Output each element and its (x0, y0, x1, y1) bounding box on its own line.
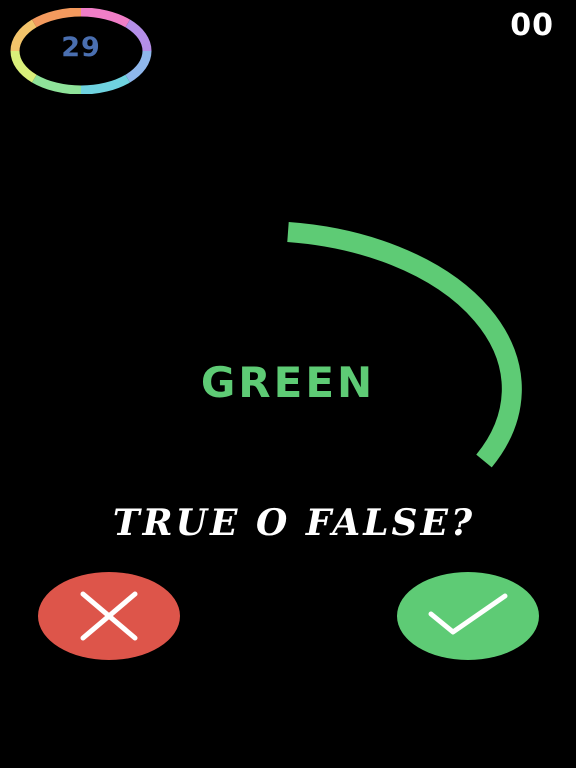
question-text: TRUE O FALSE? (112, 502, 476, 544)
game-screen: 29 00 GREEN TRUE O FALSE? (0, 0, 576, 768)
progress-arc-stroke (287, 222, 522, 468)
checkmark-icon (428, 593, 508, 635)
true-button[interactable] (397, 572, 539, 660)
x-icon (80, 591, 138, 641)
false-button[interactable] (38, 572, 180, 660)
color-word: GREEN (200, 358, 376, 407)
